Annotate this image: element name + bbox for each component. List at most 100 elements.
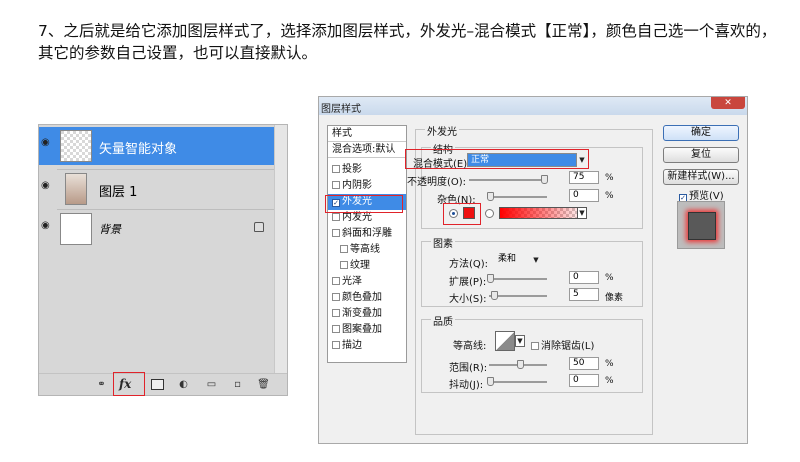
close-button[interactable]: ✕ xyxy=(711,97,745,109)
antialias-checkbox-row[interactable]: 消除锯齿(L) xyxy=(531,337,594,352)
eye-icon[interactable]: ◉ xyxy=(41,181,53,191)
percent-unit: % xyxy=(605,376,614,386)
contour-preview[interactable] xyxy=(495,331,515,351)
opacity-label: 不透明度(O): xyxy=(407,177,467,188)
layer-thumbnail xyxy=(65,173,87,205)
jitter-field[interactable]: 0 xyxy=(569,374,599,387)
new-layer-icon[interactable]: ▫ xyxy=(231,379,244,390)
antialias-checkbox[interactable] xyxy=(531,342,539,350)
layer-name: 背景 xyxy=(99,223,121,236)
jitter-slider-handle[interactable] xyxy=(487,377,494,386)
style-list-label: 内阴影 xyxy=(342,180,372,191)
style-list-item[interactable]: 颜色叠加 xyxy=(328,290,406,306)
style-list-label: 渐变叠加 xyxy=(342,308,382,319)
new-style-button[interactable]: 新建样式(W)... xyxy=(663,169,739,185)
style-checkbox[interactable] xyxy=(332,277,340,285)
mask-icon[interactable] xyxy=(151,379,164,390)
lock-icon xyxy=(254,222,264,232)
style-list-item[interactable]: 纹理 xyxy=(328,258,406,274)
style-list-label: 纹理 xyxy=(350,260,370,271)
chevron-down-icon[interactable]: ▼ xyxy=(515,335,525,347)
style-checkbox[interactable] xyxy=(332,325,340,333)
spread-label: 扩展(P): xyxy=(449,277,487,288)
style-checkbox[interactable] xyxy=(332,181,340,189)
style-checkbox[interactable] xyxy=(332,229,340,237)
layer-thumbnail xyxy=(60,213,92,245)
style-list-item[interactable]: 渐变叠加 xyxy=(328,306,406,322)
percent-unit: % xyxy=(605,191,614,201)
reset-button[interactable]: 复位 xyxy=(663,147,739,163)
style-list-item[interactable]: 混合选项:默认 xyxy=(328,142,406,158)
gradient-radio[interactable] xyxy=(485,209,494,218)
style-checkbox[interactable] xyxy=(332,293,340,301)
style-list-label: 颜色叠加 xyxy=(342,292,382,303)
layers-toolbar: ⚭ fx ◐ ▭ ▫ 🗑 xyxy=(39,372,287,396)
fx-icon[interactable]: fx xyxy=(119,377,131,391)
title-bar: 图层样式 ✕ xyxy=(319,97,747,115)
color-radio[interactable] xyxy=(449,209,458,218)
style-list-item[interactable]: 描边 xyxy=(328,338,406,354)
blend-mode-label: 混合模式(E): xyxy=(413,159,471,170)
layer-name: 矢量智能对象 xyxy=(99,142,178,157)
link-icon[interactable]: ⚭ xyxy=(95,379,108,390)
style-checkbox[interactable] xyxy=(332,213,340,221)
style-checkbox[interactable] xyxy=(340,261,348,269)
folder-icon[interactable]: ▭ xyxy=(205,379,218,390)
opacity-field[interactable]: 75 xyxy=(569,171,599,184)
style-list-label: 混合选项:默认 xyxy=(332,144,396,155)
style-checkbox[interactable] xyxy=(332,341,340,349)
layer-row[interactable]: ◉ 图层 1 xyxy=(39,170,275,208)
eye-icon[interactable]: ◉ xyxy=(41,138,53,148)
noise-slider[interactable] xyxy=(489,196,547,198)
noise-field[interactable]: 0 xyxy=(569,189,599,202)
style-checkbox[interactable] xyxy=(332,165,340,173)
layer-style-dialog: 图层样式 ✕ 样式 混合选项:默认 投影 内阴影 ✓ 外发光 内发光 斜面和浮雕 等高线 纹理 光泽… xyxy=(318,96,748,444)
style-checkbox[interactable] xyxy=(340,245,348,253)
size-slider-handle[interactable] xyxy=(491,291,498,300)
scrollbar[interactable] xyxy=(274,125,287,375)
chevron-down-icon[interactable]: ▼ xyxy=(577,207,587,219)
style-list-item[interactable]: 等高线 xyxy=(328,242,406,258)
layer-row[interactable]: ◉ 背景 xyxy=(39,210,275,248)
ok-button[interactable]: 确定 xyxy=(663,125,739,141)
group-title: 品质 xyxy=(431,313,455,328)
percent-unit: % xyxy=(605,173,614,183)
noise-slider-handle[interactable] xyxy=(487,192,494,201)
layer-row[interactable]: ◉ 矢量智能对象 xyxy=(39,127,275,165)
size-field[interactable]: 5 xyxy=(569,288,599,301)
trash-icon[interactable]: 🗑 xyxy=(257,379,270,390)
group-title: 图素 xyxy=(431,235,455,250)
jitter-slider[interactable] xyxy=(489,381,547,383)
style-list-label: 投影 xyxy=(342,164,362,175)
style-list-label: 样式 xyxy=(332,128,352,139)
preview-swatch xyxy=(688,212,716,240)
range-slider-handle[interactable] xyxy=(517,360,524,369)
eye-icon[interactable]: ◉ xyxy=(41,221,53,231)
layers-panel: ◉ 矢量智能对象 ◉ 图层 1 ◉ 背景 ⚭ fx ◐ ▭ ▫ 🗑 xyxy=(38,124,288,396)
style-list-item[interactable]: 光泽 xyxy=(328,274,406,290)
spread-field[interactable]: 0 xyxy=(569,271,599,284)
gradient-swatch[interactable] xyxy=(499,207,587,219)
percent-unit: % xyxy=(605,359,614,369)
style-list-item[interactable]: 斜面和浮雕 xyxy=(328,226,406,242)
spread-slider-handle[interactable] xyxy=(487,274,494,283)
range-label: 范围(R): xyxy=(449,363,488,374)
style-checkbox[interactable] xyxy=(332,309,340,317)
chevron-down-icon[interactable]: ▼ xyxy=(531,254,541,266)
adjustment-icon[interactable]: ◐ xyxy=(177,379,190,390)
opacity-slider-handle[interactable] xyxy=(541,175,548,184)
style-list-item[interactable]: 图案叠加 xyxy=(328,322,406,338)
spread-slider[interactable] xyxy=(489,278,547,280)
style-list-item[interactable]: 投影 xyxy=(328,162,406,178)
range-field[interactable]: 50 xyxy=(569,357,599,370)
opacity-slider[interactable] xyxy=(469,179,547,181)
layer-name: 图层 1 xyxy=(99,185,138,200)
preview-checkbox-row[interactable]: ✓ 预览(V) xyxy=(679,187,724,202)
style-list: 样式 混合选项:默认 投影 内阴影 ✓ 外发光 内发光 斜面和浮雕 等高线 纹理 光泽 颜色叠加 渐变叠… xyxy=(327,125,407,363)
style-list-item[interactable]: 内阴影 xyxy=(328,178,406,194)
style-preview xyxy=(677,201,725,249)
chevron-down-icon[interactable]: ▼ xyxy=(577,154,587,166)
blend-mode-select[interactable]: 正常 xyxy=(467,153,577,167)
glow-color-swatch[interactable] xyxy=(463,207,475,219)
style-list-item[interactable]: 样式 xyxy=(328,126,406,142)
